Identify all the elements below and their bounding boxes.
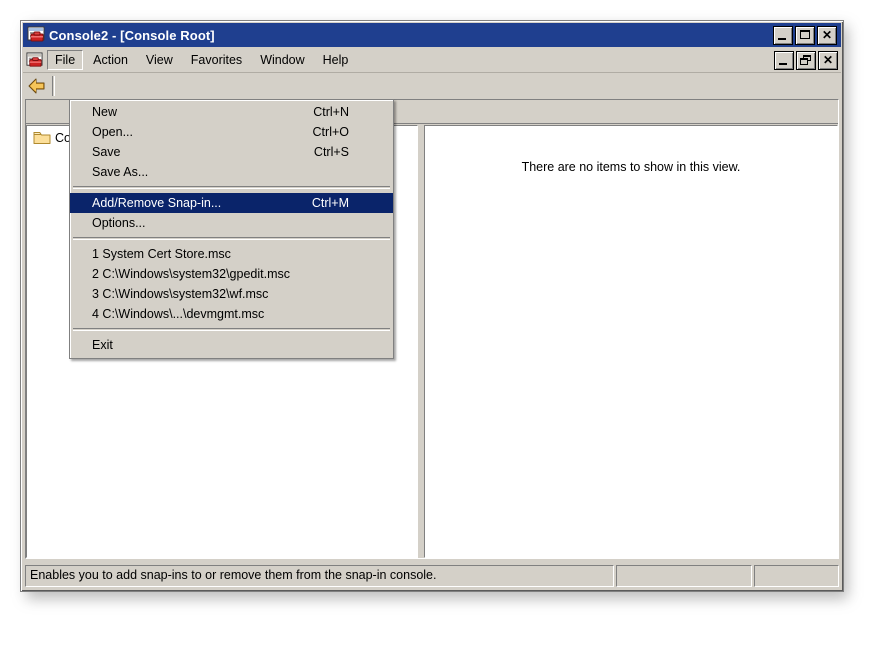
menu-item-save-as[interactable]: Save As... (70, 162, 393, 182)
menu-bar: File Action View Favorites Window Help (46, 48, 774, 72)
caption-button-group: ✕ (773, 26, 837, 45)
menu-view[interactable]: View (138, 50, 181, 70)
menu-item-add-remove-snapin[interactable]: Add/Remove Snap-in... Ctrl+M (70, 193, 393, 213)
window-title: Console2 - [Console Root] (49, 28, 773, 43)
menu-item-accel: Ctrl+M (292, 196, 387, 210)
menu-item-mru-3[interactable]: 3 C:\Windows\system32\wf.msc (70, 284, 393, 304)
title-bar[interactable]: Console2 - [Console Root] ✕ (23, 23, 841, 47)
status-pane-2 (616, 565, 752, 587)
status-pane-3 (754, 565, 839, 587)
mdi-close-button[interactable]: ✕ (818, 51, 838, 70)
menu-favorites[interactable]: Favorites (183, 50, 250, 70)
back-button[interactable] (25, 74, 49, 97)
menu-window[interactable]: Window (252, 50, 312, 70)
menu-item-accel: Ctrl+S (294, 145, 387, 159)
menu-item-label: Exit (92, 338, 329, 352)
menu-item-mru-4[interactable]: 4 C:\Windows\...\devmgmt.msc (70, 304, 393, 324)
menu-item-label: Open... (92, 125, 293, 139)
menu-item-mru-1[interactable]: 1 System Cert Store.msc (70, 244, 393, 264)
empty-view-message: There are no items to show in this view. (425, 160, 837, 174)
toolbar-separator (52, 76, 55, 96)
maximize-button[interactable] (795, 26, 815, 45)
menu-item-label: 1 System Cert Store.msc (92, 247, 329, 261)
menu-item-label: Add/Remove Snap-in... (92, 196, 292, 210)
menu-item-save[interactable]: Save Ctrl+S (70, 142, 393, 162)
menu-help[interactable]: Help (315, 50, 357, 70)
status-message-pane: Enables you to add snap-ins to or remove… (25, 565, 614, 587)
status-bar: Enables you to add snap-ins to or remove… (25, 565, 839, 587)
menu-item-accel: Ctrl+N (293, 105, 387, 119)
file-dropdown-menu[interactable]: New Ctrl+N Open... Ctrl+O Save Ctrl+S Sa… (69, 99, 394, 359)
console2-main-window: Console2 - [Console Root] ✕ (20, 20, 844, 592)
main-toolbar (25, 73, 839, 98)
mdi-minimize-button[interactable] (774, 51, 794, 70)
menu-item-label: Save (92, 145, 294, 159)
mdi-restore-button[interactable] (796, 51, 816, 70)
menu-bar-row: File Action View Favorites Window Help ✕ (23, 48, 841, 73)
menu-item-open[interactable]: Open... Ctrl+O (70, 122, 393, 142)
mdi-console-icon[interactable] (26, 52, 43, 69)
menu-item-mru-2[interactable]: 2 C:\Windows\system32\gpedit.msc (70, 264, 393, 284)
back-arrow-icon (28, 78, 46, 94)
mmc-console-icon (27, 26, 45, 44)
mdi-button-group: ✕ (774, 51, 838, 70)
menu-item-label: New (92, 105, 293, 119)
console-result-pane[interactable]: There are no items to show in this view. (424, 125, 838, 558)
menu-item-label: 2 C:\Windows\system32\gpedit.msc (92, 267, 329, 281)
menu-file[interactable]: File (47, 50, 83, 70)
screenshot-root: Console2 - [Console Root] ✕ (0, 0, 869, 647)
menu-item-label: 3 C:\Windows\system32\wf.msc (92, 287, 329, 301)
menu-item-new[interactable]: New Ctrl+N (70, 102, 393, 122)
menu-separator (73, 237, 390, 240)
menu-item-options[interactable]: Options... (70, 213, 393, 233)
close-button[interactable]: ✕ (817, 26, 837, 45)
minimize-button[interactable] (773, 26, 793, 45)
menu-separator (73, 186, 390, 189)
menu-separator (73, 328, 390, 331)
menu-item-accel: Ctrl+O (293, 125, 387, 139)
menu-item-exit[interactable]: Exit (70, 335, 393, 355)
menu-item-label: Save As... (92, 165, 329, 179)
menu-item-label: 4 C:\Windows\...\devmgmt.msc (92, 307, 329, 321)
menu-item-label: Options... (92, 216, 329, 230)
menu-action[interactable]: Action (85, 50, 136, 70)
folder-icon (33, 130, 51, 145)
